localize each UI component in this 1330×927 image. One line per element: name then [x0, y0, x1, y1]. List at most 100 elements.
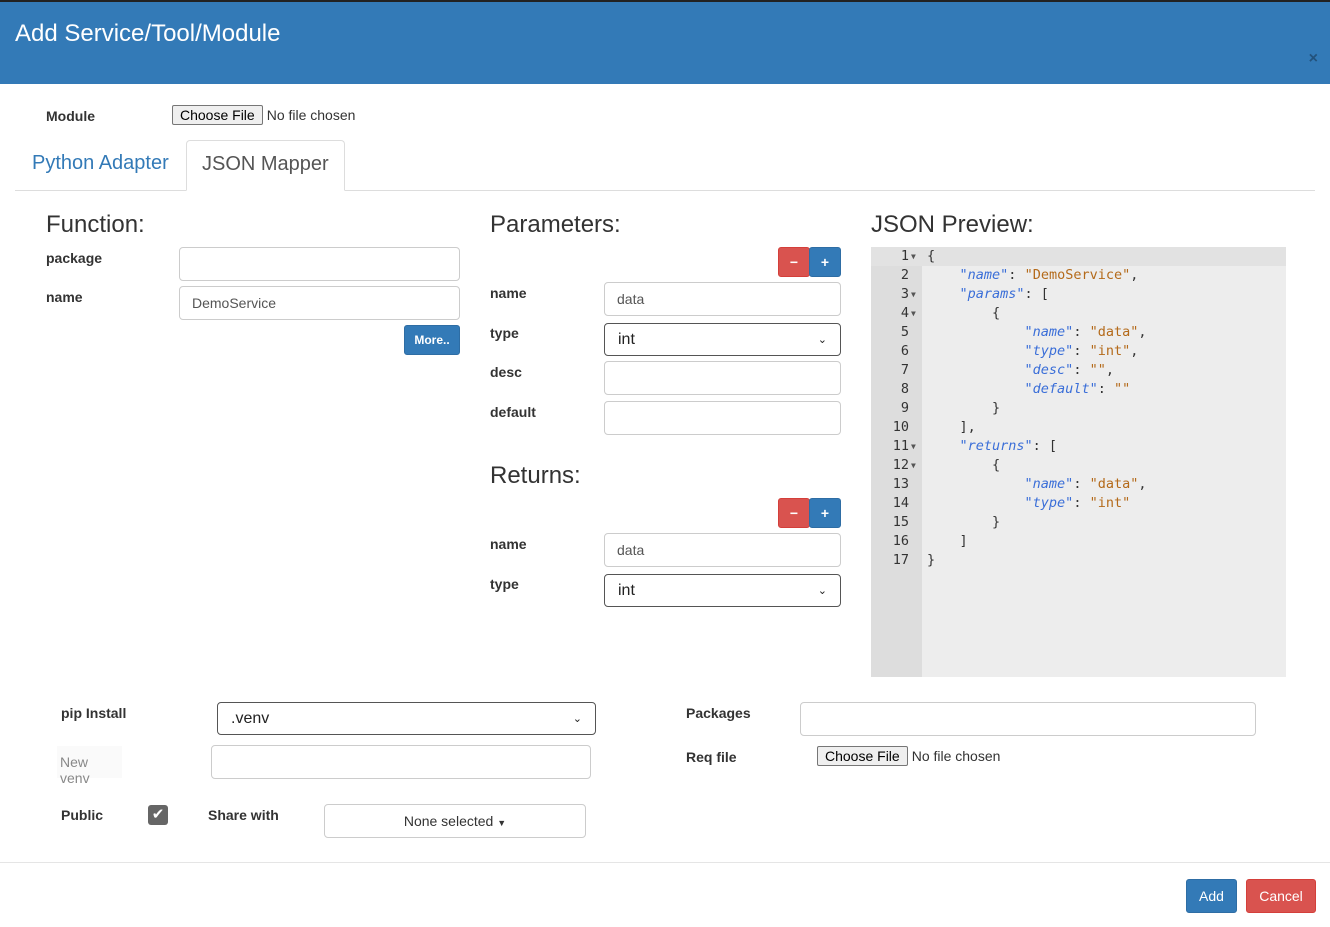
code-text: "name": "DemoService", [959, 267, 1139, 283]
req-file-label: Req file [686, 749, 737, 765]
code-text: "returns": [ [959, 438, 1058, 454]
tab-json-mapper[interactable]: JSON Mapper [186, 140, 345, 191]
line-number: 8 [900, 381, 909, 397]
editor-line: 5 "name": "data", [871, 323, 1286, 342]
return-name-label: name [490, 536, 527, 552]
line-number: 5 [900, 324, 909, 340]
public-checkbox[interactable]: ✔ [148, 805, 168, 825]
fold-arrow-icon[interactable]: ▼ [911, 285, 916, 304]
line-number: 1 [900, 248, 909, 264]
module-file-input[interactable]: Choose File No file chosen [172, 105, 355, 125]
chevron-down-icon: ⌄ [572, 713, 582, 725]
public-label: Public [61, 807, 104, 823]
param-type-select[interactable]: int ⌄ [604, 323, 841, 356]
caret-down-icon: ▼ [497, 818, 507, 828]
param-desc-input[interactable] [604, 361, 841, 395]
close-icon[interactable]: × [1309, 50, 1318, 68]
param-type-value: int [618, 330, 635, 348]
tab-python-adapter[interactable]: Python Adapter [17, 140, 184, 191]
code-text: { [927, 457, 1001, 473]
footer-divider [0, 862, 1330, 863]
remove-return-button[interactable]: − [778, 498, 810, 528]
modal-header: Add Service/Tool/Module × [0, 0, 1330, 84]
line-number: 3 [900, 286, 909, 302]
json-preview-heading: JSON Preview: [871, 211, 1034, 238]
req-file-input[interactable]: Choose File No file chosen [817, 746, 1000, 766]
return-name-input[interactable]: data [604, 533, 841, 567]
code-text: { [927, 248, 936, 264]
editor-line: 4 ▼ { [871, 304, 1286, 323]
editor-line: 9 } [871, 399, 1286, 418]
return-type-value: int [618, 581, 635, 599]
add-parameter-button[interactable]: + [809, 247, 841, 277]
package-label: package [46, 250, 103, 266]
editor-line: 10 ], [871, 418, 1286, 437]
param-default-label: default [490, 404, 536, 420]
editor-line: 3 ▼ "params": [ [871, 285, 1286, 304]
fold-arrow-icon[interactable]: ▼ [911, 456, 916, 475]
fold-arrow-icon[interactable]: ▼ [911, 247, 916, 266]
package-input[interactable] [179, 247, 460, 281]
line-number: 13 [892, 476, 909, 492]
line-number: 12 [892, 457, 909, 473]
param-type-label: type [490, 325, 519, 341]
new-venv-input[interactable] [211, 745, 591, 779]
editor-line: 8 "default": "" [871, 380, 1286, 399]
choose-file-button[interactable]: Choose File [172, 105, 263, 125]
chevron-down-icon: ⌄ [817, 334, 827, 346]
code-text: "desc": "", [1024, 362, 1114, 378]
return-type-select[interactable]: int ⌄ [604, 574, 841, 607]
fold-arrow-icon[interactable]: ▼ [911, 304, 916, 323]
line-number: 14 [892, 495, 909, 511]
req-file-status: No file chosen [911, 748, 1001, 764]
line-number: 9 [900, 400, 909, 416]
line-number: 11 [892, 438, 909, 454]
modal-title: Add Service/Tool/Module [15, 20, 281, 47]
share-with-value: None selected [403, 813, 494, 829]
editor-line: 14 "type": "int" [871, 494, 1286, 513]
parameters-heading: Parameters: [490, 211, 621, 238]
function-name-input[interactable]: DemoService [179, 286, 460, 320]
editor-line: 12 ▼ { [871, 456, 1286, 475]
pip-install-select[interactable]: .venv ⌄ [217, 702, 596, 735]
code-text: "type": "int" [1024, 495, 1131, 511]
param-name-input[interactable]: data [604, 282, 841, 316]
line-number: 2 [900, 267, 909, 283]
line-number: 6 [900, 343, 909, 359]
new-venv-label: New venv [57, 746, 122, 786]
more-button[interactable]: More.. [404, 325, 460, 355]
editor-line: 2 "name": "DemoService", [871, 266, 1286, 285]
packages-input[interactable] [800, 702, 1256, 736]
return-type-label: type [490, 576, 519, 592]
code-text: "params": [ [959, 286, 1049, 302]
function-name-label: name [46, 289, 83, 305]
function-heading: Function: [46, 211, 145, 238]
line-number: 16 [892, 533, 909, 549]
returns-heading: Returns: [490, 462, 581, 489]
cancel-button[interactable]: Cancel [1246, 879, 1316, 913]
code-text: } [927, 514, 1001, 530]
add-button[interactable]: Add [1186, 879, 1237, 913]
editor-line: 7 "desc": "", [871, 361, 1286, 380]
req-choose-file-button[interactable]: Choose File [817, 746, 908, 766]
share-with-dropdown[interactable]: None selected ▼ [324, 804, 586, 838]
editor-line: 6 "type": "int", [871, 342, 1286, 361]
add-return-button[interactable]: + [809, 498, 841, 528]
param-name-label: name [490, 285, 527, 301]
param-default-input[interactable] [604, 401, 841, 435]
code-text: "name": "data", [1024, 324, 1147, 340]
editor-line: 13 "name": "data", [871, 475, 1286, 494]
line-number: 7 [900, 362, 909, 378]
packages-label: Packages [686, 705, 751, 721]
remove-parameter-button[interactable]: − [778, 247, 810, 277]
code-text: } [927, 400, 1001, 416]
json-preview-editor[interactable]: 1 ▼{2 "name": "DemoService", 3 ▼ "params": … [871, 247, 1286, 677]
pip-install-value: .venv [231, 709, 270, 727]
fold-arrow-icon[interactable]: ▼ [911, 437, 916, 456]
share-with-label: Share with [208, 807, 279, 823]
line-number: 15 [892, 514, 909, 530]
pip-install-label: pip Install [61, 705, 127, 721]
code-text: } [927, 552, 936, 568]
editor-line: 15 } [871, 513, 1286, 532]
code-text: "name": "data", [1024, 476, 1147, 492]
